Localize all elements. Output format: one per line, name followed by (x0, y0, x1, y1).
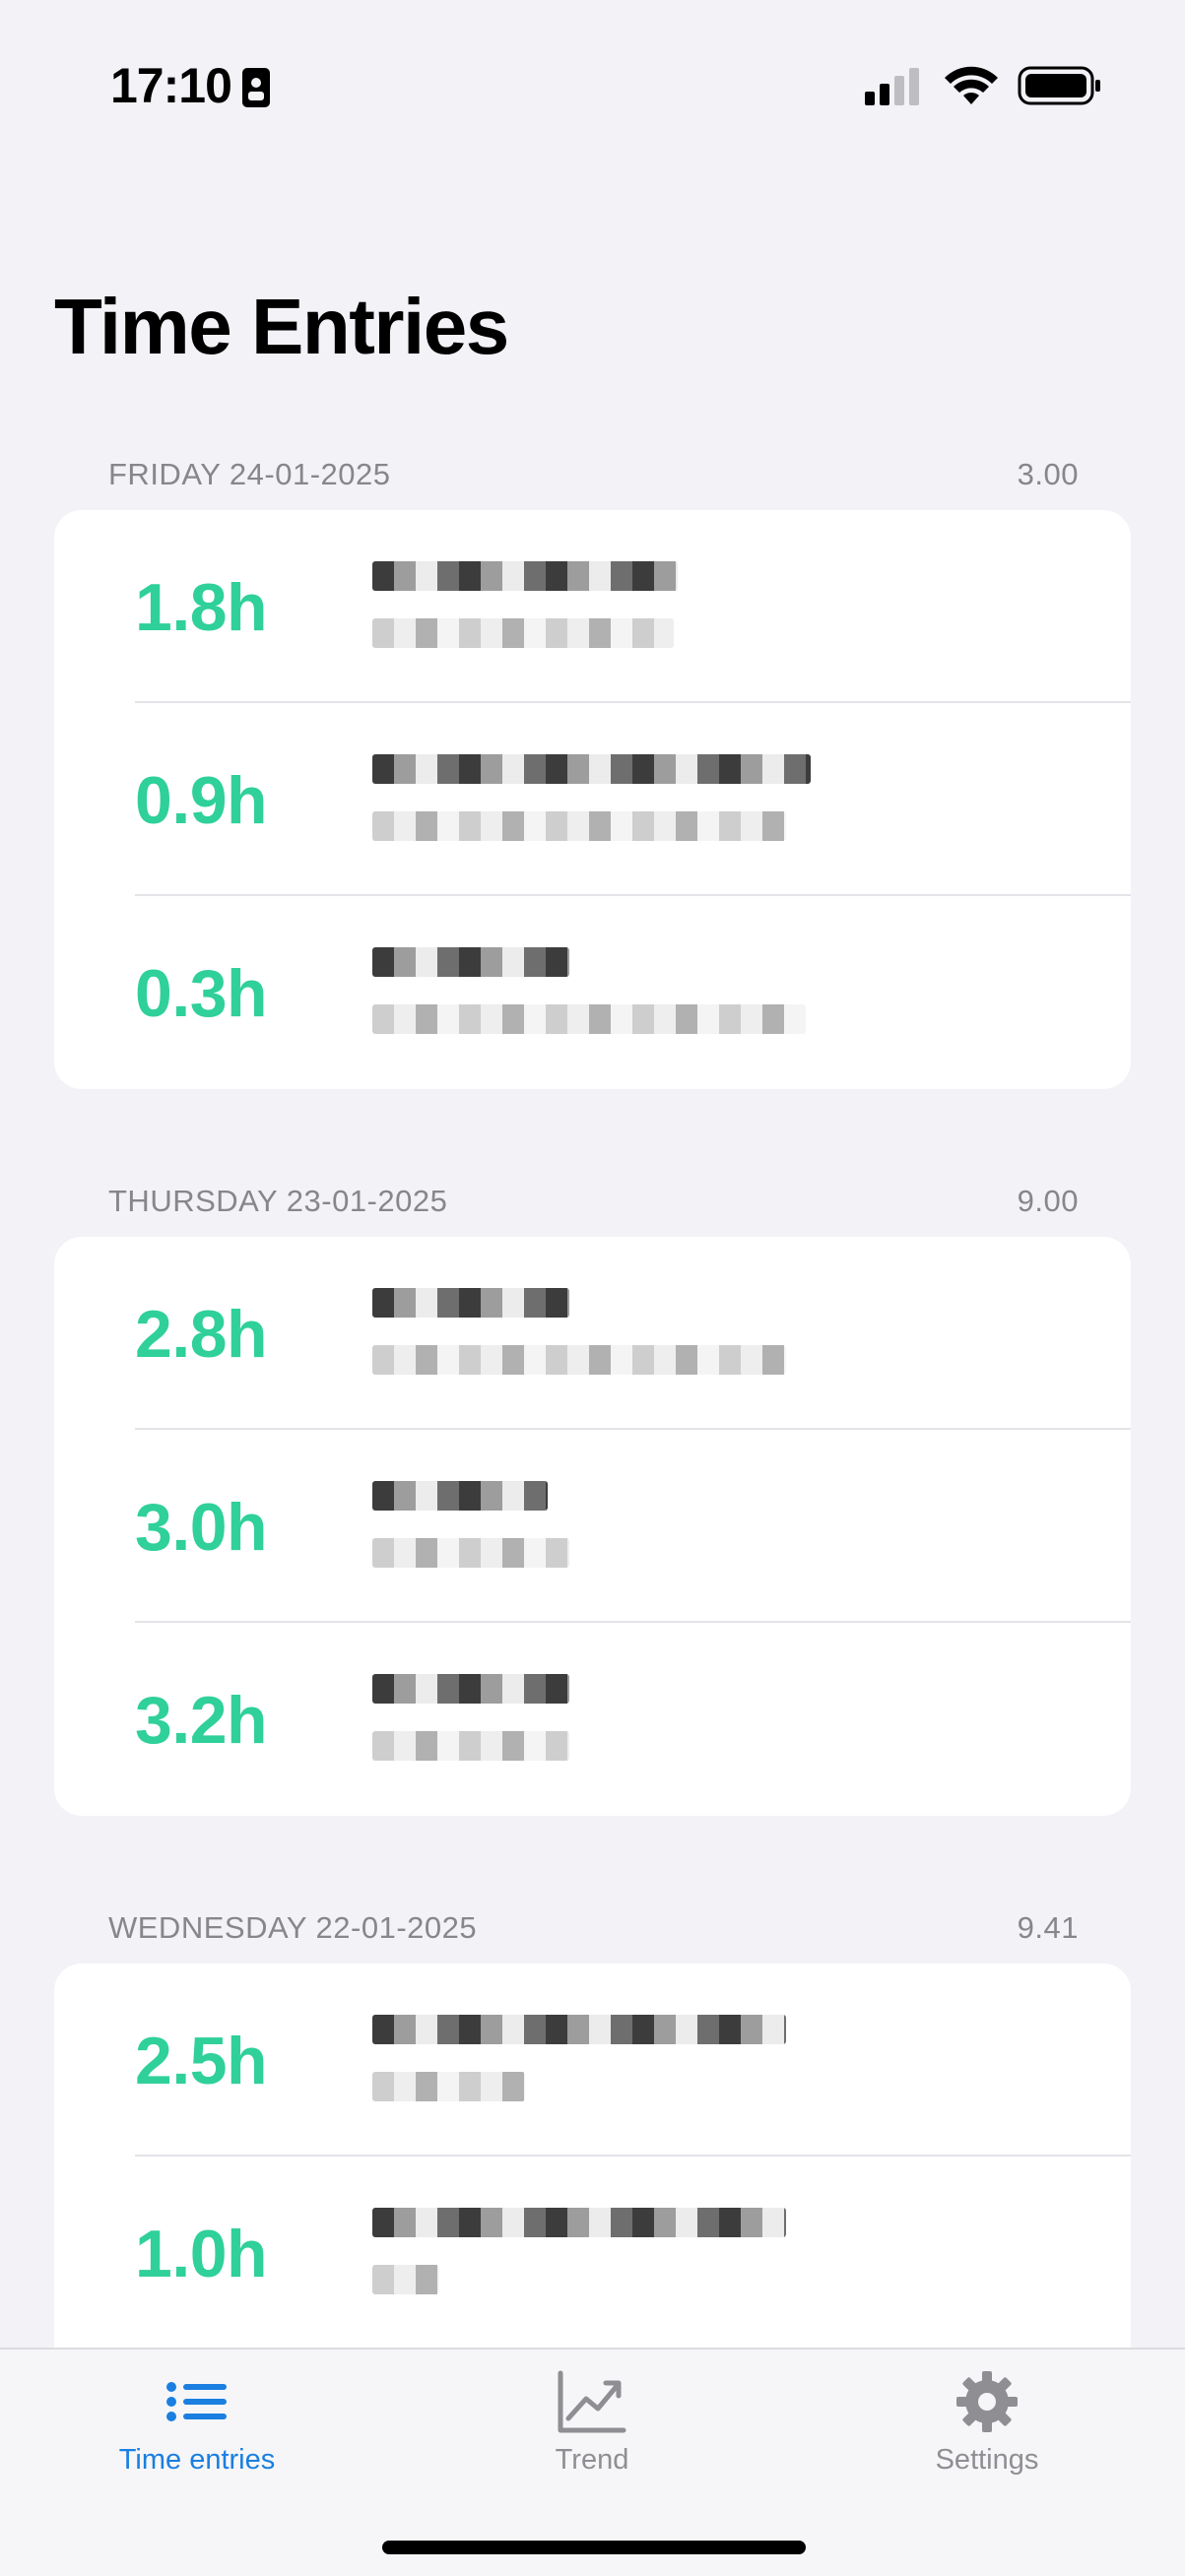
page-title: Time Entries (54, 283, 509, 370)
sim-card-icon (242, 68, 270, 107)
section-header: WEDNESDAY 22-01-2025 9.41 (108, 1910, 1079, 1950)
entry-subtitle-redacted (372, 1538, 569, 1568)
time-entry-row[interactable]: 3.0h (54, 1430, 1131, 1623)
entries-card: 2.5h 1.0h (54, 1964, 1131, 2377)
time-entry-row[interactable]: 0.3h (54, 896, 1131, 1089)
time-entry-row[interactable]: 2.5h (54, 1964, 1131, 2157)
section-header: FRIDAY 24-01-2025 3.00 (108, 457, 1079, 496)
entry-title-redacted (372, 947, 569, 977)
entry-title-redacted (372, 1481, 548, 1511)
entry-hours: 3.0h (135, 1490, 268, 1565)
entry-hours: 0.3h (135, 956, 268, 1031)
entry-title-redacted (372, 1674, 569, 1704)
entry-subtitle-redacted (372, 811, 786, 841)
entry-subtitle-redacted (372, 2072, 525, 2101)
entry-subtitle-redacted (372, 1345, 786, 1375)
entry-title-redacted (372, 2015, 786, 2044)
tab-trend[interactable]: Trend (464, 2369, 720, 2487)
entries-card: 2.8h 3.0h 3.2h (54, 1237, 1131, 1816)
entry-hours: 3.2h (135, 1683, 268, 1758)
entry-subtitle-redacted (372, 1731, 569, 1761)
tab-label: Settings (935, 2444, 1039, 2476)
entry-title-redacted (372, 1288, 569, 1318)
tab-settings[interactable]: Settings (859, 2369, 1115, 2487)
time-entry-row[interactable]: 2.8h (54, 1237, 1131, 1430)
chart-line-icon (558, 2370, 626, 2433)
status-time: 17:10 (110, 58, 232, 113)
entry-hours: 1.0h (135, 2217, 268, 2291)
entry-hours: 2.8h (135, 1297, 268, 1372)
section-header: THURSDAY 23-01-2025 9.00 (108, 1184, 1079, 1223)
entry-subtitle-redacted (372, 1004, 806, 1034)
entry-subtitle-redacted (372, 618, 674, 648)
time-entry-row[interactable]: 1.0h (54, 2157, 1131, 2350)
section-date: THURSDAY 23-01-2025 (108, 1184, 448, 1218)
entry-hours: 2.5h (135, 2024, 268, 2098)
section-total: 3.00 (1017, 457, 1079, 491)
section-date: WEDNESDAY 22-01-2025 (108, 1910, 478, 1945)
section-total: 9.41 (1017, 1910, 1079, 1945)
status-bar: 17:10 (0, 0, 1185, 148)
gear-icon (956, 2371, 1018, 2432)
entries-card: 1.8h 0.9h 0.3h (54, 510, 1131, 1089)
time-entry-row[interactable]: 0.9h (54, 703, 1131, 896)
wifi-icon (945, 66, 998, 104)
section-date: FRIDAY 24-01-2025 (108, 457, 391, 491)
entry-title-redacted (372, 561, 678, 591)
entry-title-redacted (372, 754, 811, 784)
cellular-signal-icon (865, 68, 919, 105)
entry-hours: 1.8h (135, 570, 268, 645)
battery-icon (1018, 66, 1100, 105)
tab-time-entries[interactable]: Time entries (69, 2369, 325, 2487)
section-total: 9.00 (1017, 1184, 1079, 1218)
entry-hours: 0.9h (135, 763, 268, 838)
list-icon (166, 2382, 227, 2421)
entry-title-redacted (372, 2208, 786, 2237)
home-indicator (382, 2541, 806, 2554)
entry-subtitle-redacted (372, 2265, 439, 2294)
time-entry-row[interactable]: 1.8h (54, 510, 1131, 703)
tab-label: Time entries (118, 2444, 276, 2476)
time-entry-row[interactable]: 3.2h (54, 1623, 1131, 1816)
tab-label: Trend (555, 2444, 629, 2476)
